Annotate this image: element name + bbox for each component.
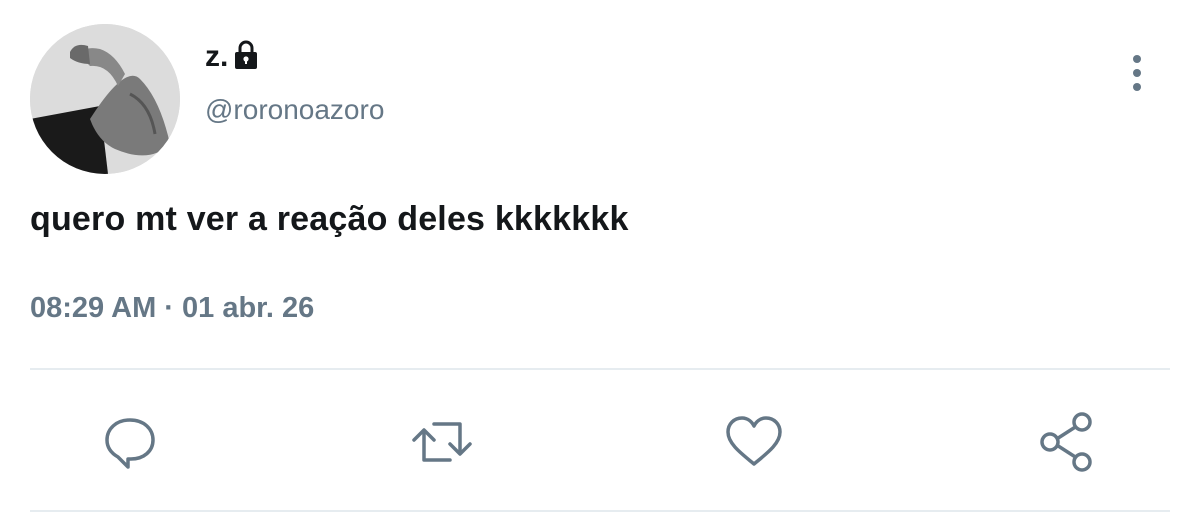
display-name-text: z. (205, 40, 229, 73)
user-handle[interactable]: @roronoazoro (205, 94, 384, 126)
avatar[interactable] (30, 24, 180, 174)
tweet-card: z. @roronoazoro quero mt ver a reação de… (0, 0, 1200, 528)
share-button[interactable] (1034, 410, 1098, 474)
timestamp[interactable]: 08:29 AM · 01 abr. 26 (30, 292, 314, 325)
tweet-text: quero mt ver a reação deles kkkkkkk (30, 200, 629, 238)
lock-icon (234, 40, 258, 70)
divider (30, 368, 1170, 370)
like-button[interactable] (722, 410, 786, 474)
reply-button[interactable] (98, 410, 162, 474)
display-name[interactable]: z. (205, 40, 258, 74)
heart-icon (726, 416, 782, 466)
vertical-dots-icon[interactable] (1124, 50, 1150, 100)
retweet-icon (412, 422, 472, 462)
divider (30, 510, 1170, 512)
share-icon (1040, 412, 1092, 472)
reply-icon (105, 418, 155, 469)
retweet-button[interactable] (410, 410, 474, 474)
